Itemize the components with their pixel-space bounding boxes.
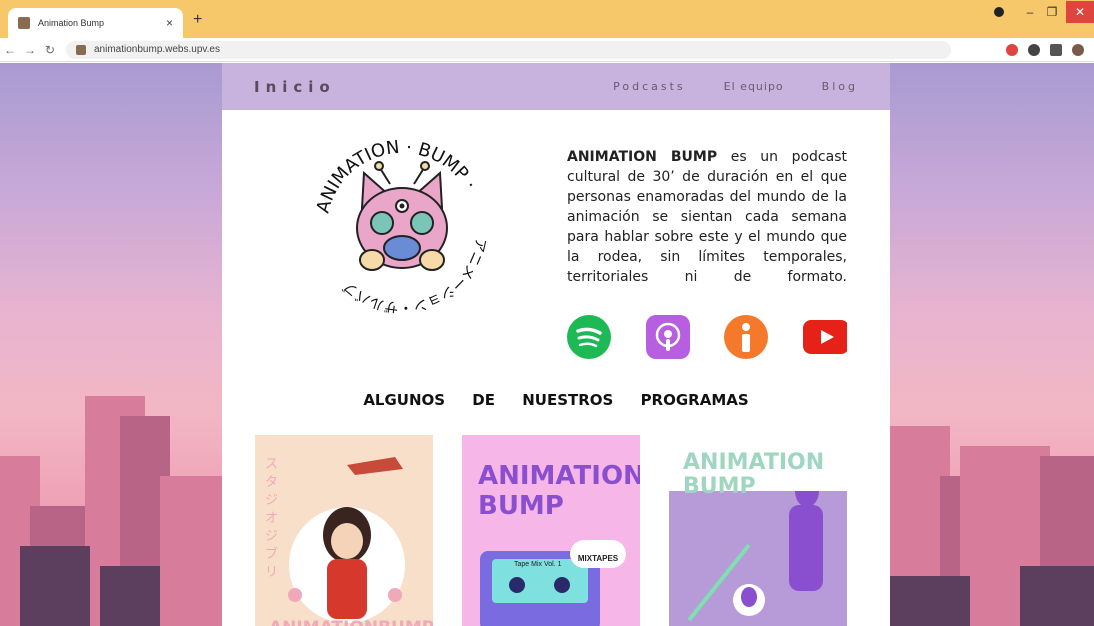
extension-icon[interactable] [1028, 43, 1040, 56]
youtube-link[interactable] [802, 315, 847, 359]
tab-close-icon[interactable]: × [166, 16, 173, 30]
program-card-zootopia[interactable]: ANIMATION BUMP [669, 435, 847, 626]
url-text: animationbump.webs.upv.es [94, 44, 220, 55]
program-card-mixtapes[interactable]: ANIMATION BUMP MIXTAPES Tape Mix Vol. 1 [462, 435, 640, 626]
url-input[interactable]: animationbump.webs.upv.es [66, 40, 951, 59]
minimize-icon[interactable]: – [1022, 5, 1038, 19]
nav-podcasts-link[interactable]: Podcasts [613, 80, 686, 93]
nav-team-link[interactable]: El equipo [724, 80, 784, 93]
animation-bump-logo: ANIMATION · BUMP · アニメーション・ザルバブ [313, 137, 489, 315]
program-card-ghibli[interactable]: スタジオジブリ ANIMATIONBUMP [255, 435, 433, 626]
browser-tab-bar: Animation Bump × + – ❐ ✕ [0, 0, 1094, 38]
apple-podcasts-icon [645, 315, 690, 359]
podcast-description: ANIMATION BUMP es un podcast cultural de… [567, 147, 847, 287]
spotify-icon [567, 315, 611, 359]
ivoox-link[interactable] [724, 315, 769, 359]
youtube-icon [802, 320, 847, 354]
content-card: Inicio Podcasts El equipo Blog ANIMATION… [222, 63, 890, 626]
spirited-away-illustration-icon [288, 457, 405, 623]
page-background: Inicio Podcasts El equipo Blog ANIMATION… [0, 63, 1094, 626]
nav-blog-link[interactable]: Blog [822, 80, 858, 93]
reload-icon[interactable]: ↻ [40, 43, 60, 57]
forward-icon[interactable]: → [20, 43, 40, 57]
extensions [1006, 43, 1084, 56]
site-favicon-icon [76, 44, 86, 55]
tab-title: Animation Bump [38, 18, 105, 28]
description-text: es un podcast cultural de 30’ de duració… [567, 149, 847, 285]
brand-name: ANIMATION BUMP [567, 149, 718, 165]
back-icon[interactable]: ← [0, 43, 20, 57]
program-side-text: スタジオジブリ [265, 456, 279, 579]
programs-heading: ALGUNOS DE NUESTROS PROGRAMAS [363, 391, 749, 409]
restore-icon[interactable]: ❐ [1044, 5, 1060, 19]
program-title: ANIMATION BUMP [683, 450, 825, 499]
program-title: ANIMATIONBUMP [269, 613, 433, 626]
cassette-label: Tape Mix Vol. 1 [514, 561, 562, 568]
avatar-icon[interactable] [1072, 43, 1084, 56]
program-title: ANIMATION BUMP [478, 461, 640, 521]
new-tab-icon[interactable]: + [193, 11, 202, 29]
window-controls: – ❐ ✕ [994, 0, 1094, 24]
ivoox-icon [724, 315, 769, 359]
site-nav: Inicio Podcasts El equipo Blog [222, 63, 890, 110]
profile-icon[interactable] [994, 7, 1004, 17]
mixtapes-tag: MIXTAPES [570, 540, 626, 568]
site-favicon-icon [18, 17, 30, 29]
social-links [567, 315, 847, 359]
address-bar: ← → ↻ animationbump.webs.upv.es [0, 38, 1094, 62]
puzzle-icon[interactable] [1050, 43, 1062, 56]
opera-extension-icon[interactable] [1006, 43, 1018, 56]
nav-home-link[interactable]: Inicio [254, 78, 336, 96]
apple-podcasts-link[interactable] [645, 315, 690, 359]
browser-tab[interactable]: Animation Bump × [8, 8, 183, 38]
close-window-icon[interactable]: ✕ [1066, 1, 1094, 23]
cat-mascot-icon [356, 161, 448, 271]
spotify-link[interactable] [567, 315, 611, 359]
